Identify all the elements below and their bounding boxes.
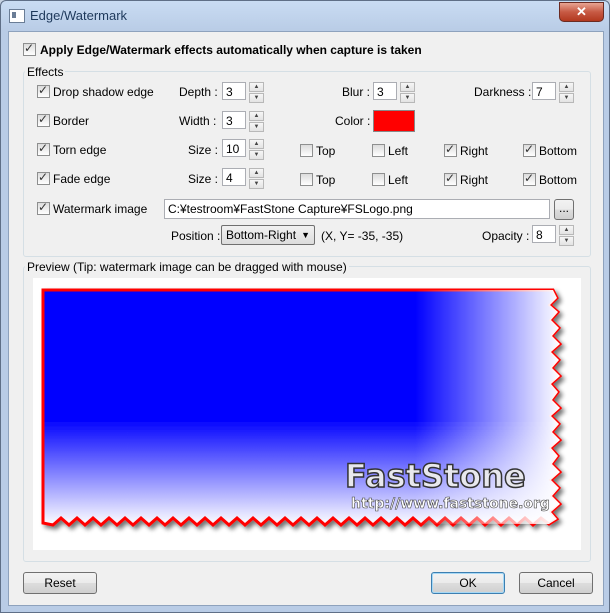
spin-down-icon[interactable]: ▼ <box>249 122 264 132</box>
spin-up-icon[interactable]: ▲ <box>249 82 264 92</box>
spin-up-icon[interactable]: ▲ <box>249 168 264 178</box>
depth-value[interactable]: 3 <box>222 82 246 100</box>
auto-apply-label: Apply Edge/Watermark effects automatical… <box>40 43 422 57</box>
ok-button[interactable]: OK <box>431 572 505 594</box>
fade-bottom-checkbox[interactable] <box>523 171 536 186</box>
drop-shadow-checkbox[interactable] <box>37 83 50 98</box>
fade-left-checkbox[interactable] <box>372 173 385 186</box>
cancel-button[interactable]: Cancel <box>519 572 593 594</box>
spin-down-icon[interactable]: ▼ <box>249 93 264 103</box>
opacity-spinner[interactable]: 8 ▲ ▼ <box>532 225 574 246</box>
torn-top-checkbox[interactable] <box>300 144 313 157</box>
blur-spinner[interactable]: 3 ▲ ▼ <box>373 82 415 103</box>
watermark-logo-text[interactable]: FastStone <box>344 456 526 496</box>
spin-down-icon[interactable]: ▼ <box>249 179 264 189</box>
spin-down-icon[interactable]: ▼ <box>400 93 415 103</box>
watermark-logo-url[interactable]: http://www.faststone.org <box>351 496 551 513</box>
torn-size-label: Size : <box>188 143 219 157</box>
preview-canvas[interactable]: FastStone http://www.faststone.org <box>33 278 581 550</box>
spin-up-icon[interactable]: ▲ <box>400 82 415 92</box>
dialog-client: Apply Edge/Watermark effects automatical… <box>8 31 604 606</box>
torn-left-checkbox[interactable] <box>372 144 385 157</box>
fade-top-checkbox[interactable] <box>300 173 313 186</box>
drop-shadow-label: Drop shadow edge <box>53 85 154 99</box>
torn-right-checkbox[interactable] <box>444 142 457 157</box>
close-button[interactable]: ✕ <box>559 2 604 22</box>
blur-value[interactable]: 3 <box>373 82 397 100</box>
torn-size-value[interactable]: 10 <box>222 139 246 157</box>
reset-button[interactable]: Reset <box>23 572 97 594</box>
depth-spinner[interactable]: 3 ▲ ▼ <box>222 82 264 103</box>
color-label: Color : <box>335 114 371 128</box>
fade-size-spinner[interactable]: 4 ▲ ▼ <box>222 168 264 189</box>
torn-size-spinner[interactable]: 10 ▲ ▼ <box>222 139 264 160</box>
title-bar[interactable]: Edge/Watermark ✕ <box>1 1 609 31</box>
border-label: Border <box>53 114 90 128</box>
fade-bottom-label: Bottom <box>539 173 578 187</box>
spin-down-icon[interactable]: ▼ <box>559 93 574 103</box>
width-label: Width : <box>179 114 217 128</box>
watermark-label: Watermark image <box>53 202 148 216</box>
fade-right-checkbox[interactable] <box>444 171 457 186</box>
torn-top-label: Top <box>316 144 336 158</box>
torn-bottom-checkbox[interactable] <box>523 142 536 157</box>
fade-right-label: Right <box>460 173 489 187</box>
torn-edge-checkbox[interactable] <box>37 141 50 156</box>
position-value: Bottom-Right <box>226 228 297 242</box>
torn-edge-label: Torn edge <box>53 143 107 157</box>
border-checkbox[interactable] <box>37 112 50 127</box>
fade-size-value[interactable]: 4 <box>222 168 246 186</box>
watermark-checkbox[interactable] <box>37 200 50 215</box>
position-label: Position : <box>171 229 221 243</box>
fade-size-label: Size : <box>188 172 219 186</box>
width-spinner[interactable]: 3 ▲ ▼ <box>222 111 264 132</box>
darkness-spinner[interactable]: 7 ▲ ▼ <box>532 82 574 103</box>
app-icon <box>9 9 25 23</box>
spin-down-icon[interactable]: ▼ <box>559 236 574 246</box>
window-title: Edge/Watermark <box>30 8 128 23</box>
preview-group-title: Preview (Tip: watermark image can be dra… <box>25 260 349 274</box>
spin-down-icon[interactable]: ▼ <box>249 150 264 160</box>
border-color-swatch[interactable] <box>373 110 415 132</box>
chevron-down-icon: ▼ <box>301 230 310 240</box>
fade-top-label: Top <box>316 173 336 187</box>
browse-button[interactable]: ... <box>554 199 574 220</box>
opacity-value[interactable]: 8 <box>532 225 556 243</box>
torn-right-label: Right <box>460 144 489 158</box>
depth-label: Depth : <box>179 85 218 99</box>
torn-left-label: Left <box>388 144 409 158</box>
spin-up-icon[interactable]: ▲ <box>559 82 574 92</box>
opacity-label: Opacity : <box>482 229 530 243</box>
spin-up-icon[interactable]: ▲ <box>249 139 264 149</box>
spin-up-icon[interactable]: ▲ <box>249 111 264 121</box>
blur-label: Blur : <box>342 85 371 99</box>
fade-left-label: Left <box>388 173 409 187</box>
fade-edge-checkbox[interactable] <box>37 170 50 185</box>
auto-apply-checkbox[interactable] <box>23 41 36 56</box>
darkness-label: Darkness : <box>474 85 532 99</box>
effects-group-title: Effects <box>25 65 66 79</box>
spin-up-icon[interactable]: ▲ <box>559 225 574 235</box>
torn-bottom-label: Bottom <box>539 144 578 158</box>
darkness-value[interactable]: 7 <box>532 82 556 100</box>
fade-edge-label: Fade edge <box>53 172 111 186</box>
position-select[interactable]: Bottom-Right ▼ <box>221 225 315 245</box>
watermark-coords: (X, Y= -35, -35) <box>321 229 404 243</box>
dialog-window: Edge/Watermark ✕ Apply Edge/Watermark ef… <box>0 0 610 613</box>
preview-image[interactable]: FastStone http://www.faststone.org <box>33 278 581 550</box>
watermark-path-input[interactable]: C:¥testroom¥FastStone Capture¥FSLogo.png <box>164 199 550 219</box>
width-value[interactable]: 3 <box>222 111 246 129</box>
